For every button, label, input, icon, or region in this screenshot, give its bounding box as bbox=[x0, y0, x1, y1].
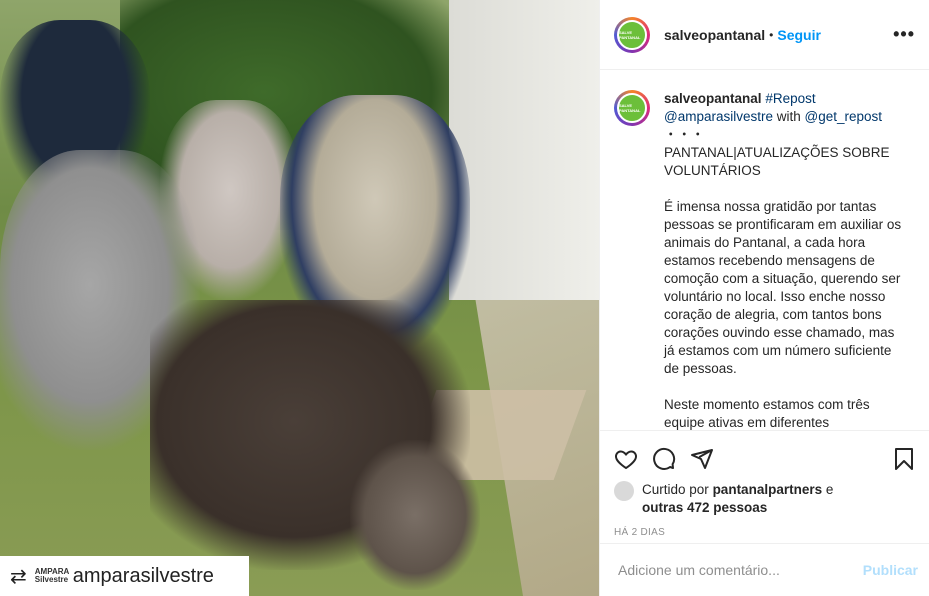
caption-username[interactable]: salveopantanal bbox=[664, 91, 762, 106]
like-icon[interactable] bbox=[614, 447, 638, 471]
watermark-username: amparasilvestre bbox=[72, 564, 214, 587]
repost-icon: ⇄ bbox=[10, 565, 27, 588]
comment-icon[interactable] bbox=[652, 447, 676, 471]
avatar[interactable]: SALVE PANTANAL bbox=[614, 16, 650, 53]
liker-avatar[interactable] bbox=[614, 481, 634, 501]
comment-bar: Publicar bbox=[600, 543, 929, 596]
caption-dots: ・・・ bbox=[664, 127, 705, 142]
caption-with: with bbox=[776, 109, 801, 124]
more-options-icon[interactable]: ••• bbox=[893, 24, 915, 45]
caption-paragraph-2: Neste momento estamos com três equipe at… bbox=[664, 397, 870, 430]
avatar-image: SALVE PANTANAL bbox=[617, 19, 647, 50]
publish-button[interactable]: Publicar bbox=[863, 562, 918, 578]
likes-prefix: Curtido por bbox=[642, 482, 709, 497]
likes-and: e bbox=[825, 482, 834, 497]
post-photo[interactable]: ⇄ AMPARA Silvestre amparasilvestre bbox=[0, 0, 599, 596]
caption-title: PANTANAL|ATUALIZAÇÕES SOBRE VOLUNTÁRIOS bbox=[664, 145, 890, 178]
repost-watermark: ⇄ AMPARA Silvestre amparasilvestre bbox=[0, 556, 249, 596]
ampara-logo: AMPARA Silvestre bbox=[34, 567, 69, 584]
caption-text: salveopantanal #Repost @amparasilvestre … bbox=[664, 90, 904, 430]
caption-area: SALVE PANTANAL salveopantanal #Repost @a… bbox=[600, 70, 929, 430]
post-date[interactable]: HÁ 2 DIAS bbox=[614, 527, 916, 538]
post-panel: SALVE PANTANAL salveopantanal • Seguir •… bbox=[599, 0, 929, 596]
liker-username[interactable]: pantanalpartners bbox=[713, 482, 823, 497]
follow-button[interactable]: Seguir bbox=[777, 27, 821, 43]
avatar-text: SALVE PANTANAL bbox=[619, 103, 641, 113]
likes-summary: Curtido por pantanalpartners e outras 47… bbox=[614, 481, 916, 517]
likes-others-link[interactable]: outras 472 pessoas bbox=[642, 500, 767, 515]
photo-tapir-head bbox=[350, 440, 480, 590]
photo-wall bbox=[449, 0, 599, 300]
hashtag-repost[interactable]: #Repost bbox=[765, 91, 815, 106]
mention-amparasilvestre[interactable]: @amparasilvestre bbox=[664, 109, 773, 124]
save-icon[interactable] bbox=[892, 447, 916, 471]
header-username[interactable]: salveopantanal bbox=[664, 27, 765, 43]
post-actions: Curtido por pantanalpartners e outras 47… bbox=[600, 430, 929, 538]
comment-input[interactable] bbox=[616, 561, 863, 579]
mention-get-repost[interactable]: @get_repost bbox=[805, 109, 883, 124]
post-header: SALVE PANTANAL salveopantanal • Seguir •… bbox=[600, 0, 929, 70]
header-separator: • bbox=[769, 27, 774, 42]
caption-avatar[interactable]: SALVE PANTANAL bbox=[614, 90, 650, 126]
caption-paragraph: É imensa nossa gratidão por tantas pesso… bbox=[664, 199, 902, 376]
avatar-image: SALVE PANTANAL bbox=[617, 93, 647, 123]
share-icon[interactable] bbox=[690, 447, 714, 471]
avatar-text: SALVE PANTANAL bbox=[619, 29, 641, 40]
